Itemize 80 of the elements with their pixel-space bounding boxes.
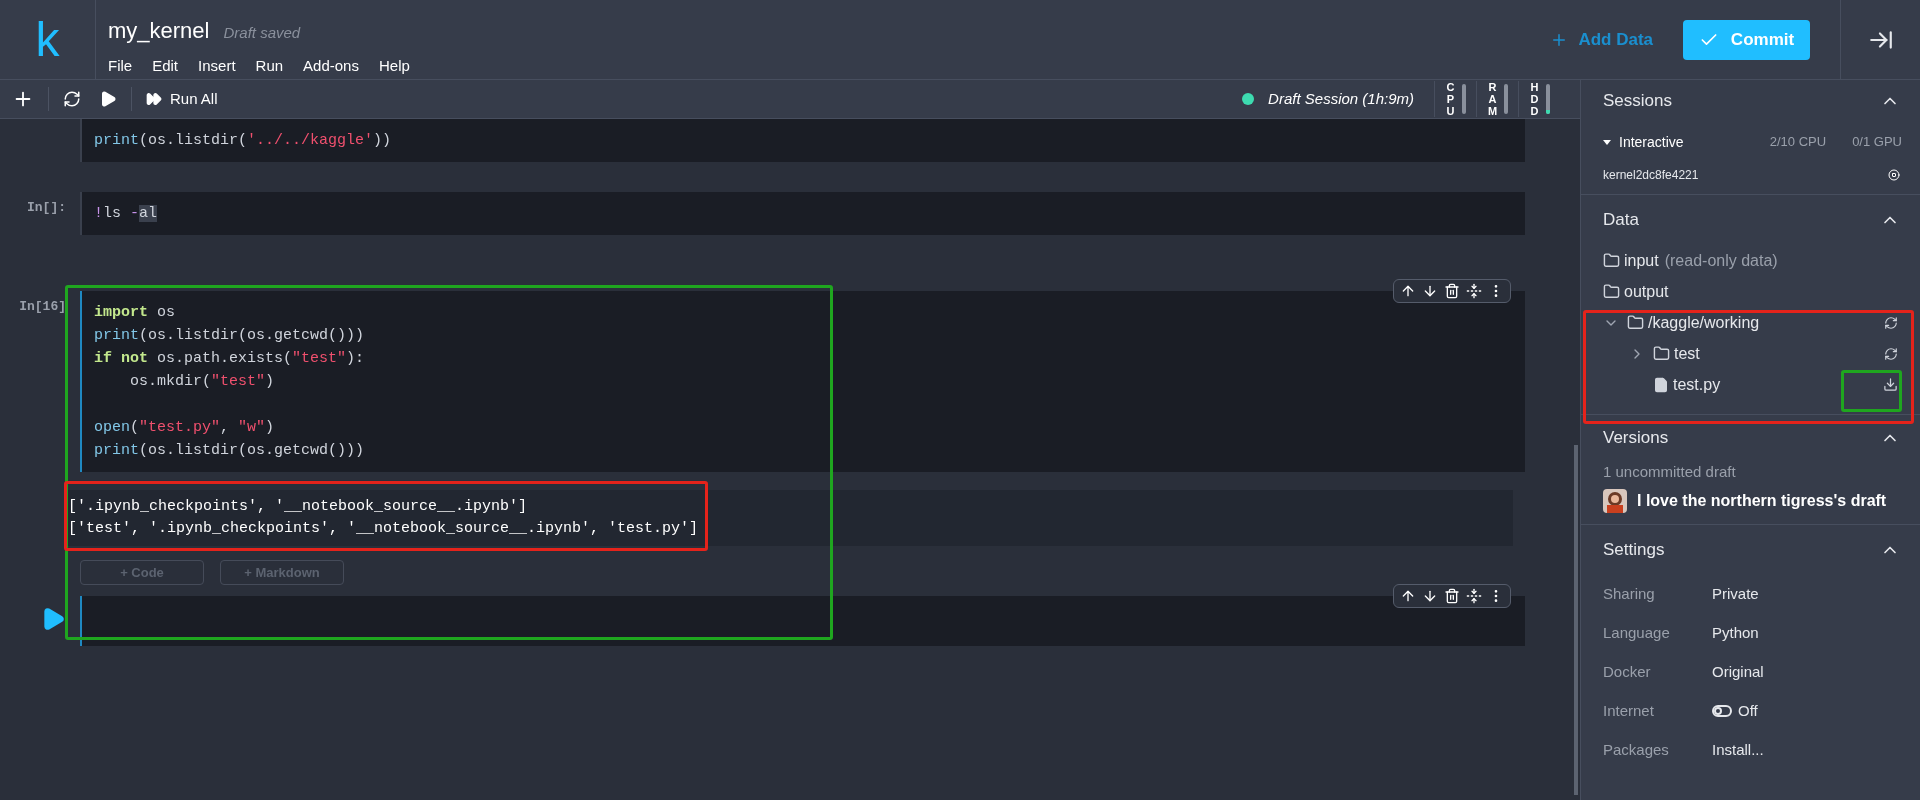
setting-label: Sharing (1603, 583, 1656, 604)
collapse-icon[interactable] (1466, 283, 1482, 299)
tree-item-label[interactable]: input (1624, 248, 1659, 273)
run-all-button[interactable]: Run All (146, 87, 218, 111)
draft-title[interactable]: I love the northern tigress's draft (1637, 488, 1887, 513)
code-line: os.mkdir("test") (129, 372, 275, 392)
code-line: open("test.py", "w") (94, 418, 275, 438)
logo[interactable]: k (35, 15, 60, 64)
session-name[interactable]: Interactive (1619, 131, 1684, 153)
setting-label: Language (1603, 622, 1671, 643)
menu-item[interactable]: File (108, 55, 133, 78)
setting-value[interactable]: Python (1712, 621, 1759, 645)
gpu-usage: 0/1 GPU (1852, 133, 1902, 152)
meter-label: CPU (1445, 80, 1456, 118)
kernel-title[interactable]: my_kernel (108, 14, 210, 47)
code-line: if not os.path.exists("test"): (94, 349, 365, 369)
tree-item-note: (read-only data) (1664, 250, 1778, 271)
menu-item[interactable]: Help (378, 55, 410, 78)
section-title: Settings (1603, 538, 1665, 561)
session-label: Draft Session (1h:9m) (1268, 88, 1414, 109)
menu-item[interactable]: Run (255, 55, 284, 78)
cell-prompt: In[16] (19, 298, 66, 316)
section-title: Sessions (1603, 90, 1672, 113)
menu-item[interactable]: Insert (198, 55, 236, 78)
menu-item[interactable]: Edit (152, 55, 179, 78)
setting-value[interactable]: Private (1712, 582, 1759, 606)
meter-label: RAM (1487, 80, 1498, 118)
code-cell[interactable]: print(os.listdir('../../kaggle')) (80, 119, 1525, 162)
setting-value[interactable]: Off (1738, 699, 1758, 723)
meter-label: HDD (1529, 80, 1540, 118)
delete-icon[interactable] (1444, 283, 1460, 299)
setting-value[interactable]: Install... (1712, 738, 1764, 762)
scrollbar[interactable] (1574, 445, 1578, 795)
code-cell[interactable]: import os print(os.listdir(os.getcwd())) if not os.path.exists("test"): os.mkdir("test") open("test.py", "w") print(os.listdir(os.getcwd())) (80, 291, 1525, 472)
code-line: print(os.listdir(os.getcwd())) (94, 441, 365, 461)
tree-item-label[interactable]: /kaggle/working (1648, 310, 1760, 335)
code-cell[interactable]: !ls -al (80, 192, 1525, 235)
file-icon (1653, 376, 1669, 393)
draft-count: 1 uncommitted draft (1602, 462, 1737, 482)
internet-toggle[interactable] (1712, 705, 1732, 717)
setting-value[interactable]: Original (1712, 660, 1764, 684)
kernel-id: kernel2dc8fe4221 (1603, 167, 1699, 184)
fast-forward-icon (146, 91, 162, 107)
folder-icon (1627, 314, 1644, 331)
menu-item[interactable]: Add-ons (303, 55, 359, 78)
cell-output: ['.ipynb_checkpoints', '__notebook_source__.ipynb'] ['test', '.ipynb_checkpoints', '__notebook_source__.ipynb', 'test.py'] (68, 490, 1513, 546)
usage-meter (1462, 84, 1466, 114)
tree-item-label[interactable]: test.py (1673, 372, 1721, 397)
setting-label: Internet (1603, 700, 1655, 721)
run-icon[interactable] (99, 90, 117, 108)
code-line: !ls -al (94, 204, 158, 224)
collapse-icon[interactable] (1466, 588, 1482, 604)
code-line: print(os.listdir('../../kaggle')) (94, 131, 392, 151)
move-down-icon[interactable] (1422, 588, 1438, 604)
setting-label: Docker (1603, 661, 1652, 682)
delete-icon[interactable] (1444, 588, 1460, 604)
save-status: Draft saved (223, 23, 301, 43)
move-up-icon[interactable] (1400, 283, 1416, 299)
section-title: Versions (1603, 427, 1669, 450)
move-down-icon[interactable] (1422, 283, 1438, 299)
code-cell[interactable] (80, 596, 1525, 646)
code-line: print(os.listdir(os.getcwd())) (94, 326, 365, 346)
stop-icon[interactable] (1888, 169, 1900, 181)
folder-icon (1603, 252, 1620, 269)
folder-icon (1653, 345, 1670, 362)
move-up-icon[interactable] (1400, 588, 1416, 604)
refresh-icon[interactable] (1884, 346, 1898, 361)
cpu-usage: 2/10 CPU (1769, 133, 1827, 152)
code-line: import os (94, 303, 176, 323)
download-icon[interactable] (1883, 377, 1898, 392)
folder-icon (1603, 283, 1620, 300)
refresh-icon[interactable] (1884, 315, 1898, 330)
setting-label: Packages (1603, 739, 1670, 760)
tree-item-label[interactable]: output (1624, 279, 1669, 304)
restart-icon[interactable] (63, 90, 81, 108)
tree-item-label[interactable]: test (1674, 341, 1700, 366)
section-title: Data (1603, 209, 1639, 232)
usage-meter (1504, 84, 1508, 114)
dropdown-caret-icon[interactable] (1603, 139, 1611, 145)
cell-prompt: In[]: (27, 199, 66, 217)
